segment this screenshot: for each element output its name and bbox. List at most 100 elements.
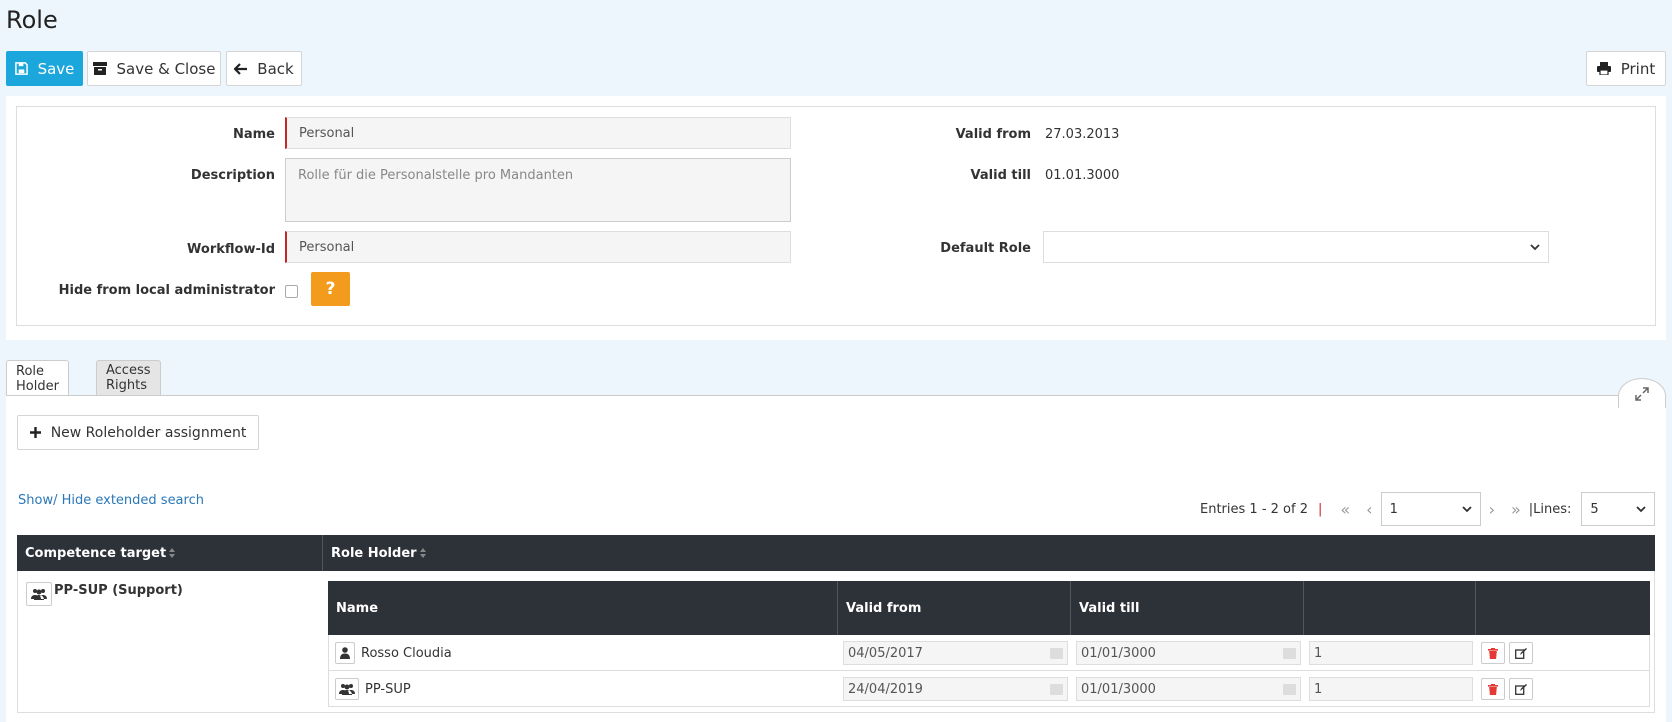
group-type-icon bbox=[335, 678, 359, 700]
print-button[interactable]: Print bbox=[1586, 51, 1666, 86]
name-input[interactable]: Personal bbox=[285, 117, 791, 149]
workflow-id-input[interactable]: Personal bbox=[285, 231, 791, 263]
valid-from-date: 24/04/2019 bbox=[848, 681, 923, 697]
page-title: Role bbox=[6, 6, 58, 34]
valid-till-label: Valid till bbox=[970, 168, 1031, 183]
edit-icon bbox=[1515, 647, 1527, 659]
inner-col-valid-from: Valid from bbox=[838, 581, 1071, 635]
edit-button[interactable] bbox=[1509, 642, 1533, 664]
next-page-icon[interactable]: › bbox=[1489, 500, 1495, 519]
inner-col-actions bbox=[1476, 581, 1650, 635]
description-label: Description bbox=[190, 168, 275, 183]
delete-button[interactable] bbox=[1481, 642, 1505, 664]
pager: Entries 1 - 2 of 2 | « ‹ 1 › » |Lines: 5 bbox=[1200, 492, 1656, 526]
save-close-button[interactable]: Save & Close bbox=[87, 51, 221, 86]
new-roleholder-label: New Roleholder assignment bbox=[50, 424, 247, 441]
users-icon bbox=[31, 589, 47, 600]
table-row: PP-SUP (Support) Name Valid from Valid t… bbox=[17, 571, 1655, 713]
pager-separator: | bbox=[1317, 501, 1323, 517]
inner-col-number bbox=[1304, 581, 1476, 635]
valid-till-date: 01/01/3000 bbox=[1081, 681, 1156, 697]
inner-col-valid-till: Valid till bbox=[1071, 581, 1304, 635]
group-type-icon bbox=[26, 582, 52, 606]
floppy-disk-icon bbox=[14, 62, 28, 75]
hide-admin-label: Hide from local administrator bbox=[58, 283, 275, 298]
edit-icon bbox=[1515, 683, 1527, 695]
last-page-icon[interactable]: » bbox=[1511, 500, 1521, 519]
person-type-icon bbox=[335, 642, 355, 664]
expand-icon bbox=[1635, 386, 1649, 401]
valid-from-label: Valid from bbox=[955, 127, 1031, 142]
delete-button[interactable] bbox=[1481, 678, 1505, 700]
competence-group-name: PP-SUP (Support) bbox=[54, 583, 183, 598]
sort-icon bbox=[169, 548, 176, 558]
workflow-id-label: Workflow-Id bbox=[187, 242, 275, 257]
lines-label: |Lines: bbox=[1528, 501, 1572, 517]
priority-input[interactable]: 1 bbox=[1309, 641, 1473, 665]
tab-access-rights[interactable]: Access Rights bbox=[96, 360, 161, 395]
page-value: 1 bbox=[1389, 501, 1398, 517]
holder-name: PP-SUP bbox=[365, 681, 411, 697]
page-select[interactable]: 1 bbox=[1380, 492, 1481, 526]
lines-value: 5 bbox=[1590, 501, 1599, 517]
back-button[interactable]: Back bbox=[226, 51, 302, 86]
name-label: Name bbox=[232, 127, 275, 142]
valid-from-date: 04/05/2017 bbox=[848, 645, 923, 661]
col-competence-target[interactable]: Competence target bbox=[17, 535, 323, 571]
col-role-holder[interactable]: Role Holder bbox=[323, 535, 1655, 571]
col-competence-label: Competence target bbox=[25, 545, 167, 561]
valid-till-date-input[interactable]: 01/01/3000 bbox=[1076, 677, 1301, 701]
trash-icon bbox=[1488, 647, 1498, 659]
col-role-holder-label: Role Holder bbox=[331, 545, 417, 561]
save-label: Save bbox=[37, 59, 75, 78]
back-label: Back bbox=[257, 59, 294, 78]
sort-icon bbox=[419, 548, 426, 558]
inner-col-valid-till-label: Valid till bbox=[1079, 600, 1140, 616]
lines-select[interactable]: 5 bbox=[1581, 492, 1656, 526]
valid-from-value: 27.03.2013 bbox=[1045, 127, 1120, 142]
valid-till-date-input[interactable]: 01/01/3000 bbox=[1076, 641, 1301, 665]
users-icon bbox=[339, 684, 355, 695]
valid-from-date-input[interactable]: 04/05/2017 bbox=[843, 641, 1068, 665]
valid-till-value: 01.01.3000 bbox=[1045, 168, 1120, 183]
grid-header: Competence target Role Holder bbox=[17, 535, 1655, 571]
hide-admin-checkbox[interactable] bbox=[285, 285, 298, 298]
expand-button[interactable] bbox=[1618, 378, 1666, 408]
calendar-icon[interactable] bbox=[1283, 647, 1296, 659]
table-row: PP-SUP 24/04/2019 01/01/3000 1 bbox=[328, 671, 1650, 707]
save-button[interactable]: Save bbox=[6, 51, 83, 86]
entries-count: Entries 1 - 2 of 2 bbox=[1200, 501, 1308, 517]
description-textarea[interactable]: Rolle für die Personalstelle pro Mandant… bbox=[285, 158, 791, 222]
role-form: Name Personal Description Rolle für die … bbox=[16, 106, 1656, 326]
calendar-icon[interactable] bbox=[1283, 683, 1296, 695]
inner-col-name: Name bbox=[328, 581, 838, 635]
edit-button[interactable] bbox=[1509, 678, 1533, 700]
archive-icon bbox=[92, 62, 107, 75]
chevron-down-icon bbox=[1461, 505, 1472, 512]
user-icon bbox=[340, 647, 350, 659]
table-row: Rosso Cloudia 04/05/2017 01/01/3000 1 bbox=[328, 635, 1650, 671]
holder-name: Rosso Cloudia bbox=[361, 645, 452, 661]
inner-grid-header: Name Valid from Valid till bbox=[328, 581, 1650, 635]
default-role-select[interactable] bbox=[1043, 231, 1549, 263]
new-roleholder-button[interactable]: New Roleholder assignment bbox=[17, 415, 259, 450]
chevron-down-icon bbox=[1636, 505, 1647, 512]
valid-from-date-input[interactable]: 24/04/2019 bbox=[843, 677, 1068, 701]
calendar-icon[interactable] bbox=[1050, 647, 1063, 659]
printer-icon bbox=[1596, 62, 1611, 75]
tab-role-holder[interactable]: Role Holder bbox=[6, 360, 69, 396]
chevron-down-icon bbox=[1530, 243, 1540, 250]
role-form-panel: Name Personal Description Rolle für die … bbox=[6, 96, 1666, 340]
save-close-label: Save & Close bbox=[116, 59, 216, 78]
first-page-icon[interactable]: « bbox=[1340, 500, 1350, 519]
prev-page-icon[interactable]: ‹ bbox=[1366, 500, 1372, 519]
default-role-label: Default Role bbox=[940, 241, 1031, 256]
help-button[interactable]: ? bbox=[311, 272, 350, 306]
print-label: Print bbox=[1620, 59, 1656, 78]
priority-input[interactable]: 1 bbox=[1309, 677, 1473, 701]
calendar-icon[interactable] bbox=[1050, 683, 1063, 695]
plus-icon bbox=[29, 427, 41, 438]
toolbar: Save Save & Close Back Print bbox=[6, 51, 1666, 86]
extended-search-link[interactable]: Show/ Hide extended search bbox=[18, 493, 204, 508]
arrow-left-icon bbox=[234, 62, 248, 75]
